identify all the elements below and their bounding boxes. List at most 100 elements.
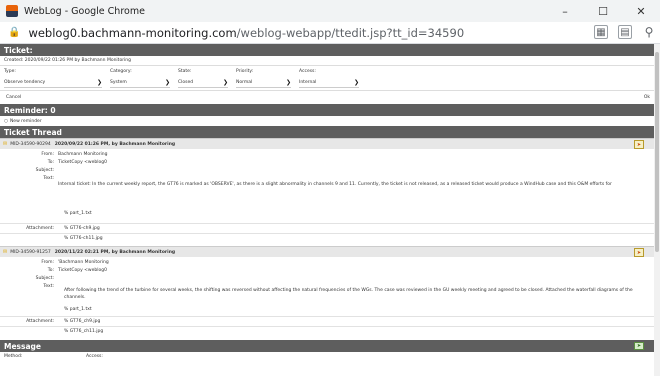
- priority-label: Priority:: [236, 69, 254, 74]
- state-label: State:: [178, 69, 192, 74]
- text-label: Text:: [43, 176, 54, 181]
- reply-button[interactable]: ➤: [634, 140, 644, 149]
- from-value: Bachmann Monitoring: [58, 152, 108, 157]
- access-field: Access: Internal ❯: [299, 69, 359, 90]
- attachment-link[interactable]: % GT76-ch9.jpg: [58, 226, 654, 231]
- message-from-row: From: 'Bachmann Monitoring: [0, 260, 654, 265]
- message-text: After following the trend of the turbine…: [64, 288, 633, 300]
- reply-arrow-icon: ➤: [636, 141, 642, 148]
- message-section-header: Message ➤: [0, 340, 654, 352]
- message-file-link[interactable]: % part_1.txt: [58, 211, 654, 216]
- priority-field: Priority: Normal ❯: [236, 69, 291, 90]
- category-field: Category: System ❯: [110, 69, 170, 90]
- qr-code-icon[interactable]: ▦: [594, 25, 608, 39]
- state-value: Closed: [178, 79, 194, 85]
- to-label: To:: [47, 268, 54, 273]
- reply-button[interactable]: ➤: [634, 248, 644, 257]
- message-file-row: % part_1.txt: [0, 211, 654, 216]
- attachment-row: % GT76_ch11.jpg: [0, 326, 654, 336]
- state-select[interactable]: Closed ❯: [178, 77, 228, 88]
- attachment-spacer: [0, 329, 58, 334]
- scrollbar-thumb[interactable]: [655, 52, 659, 252]
- add-icon: ➤: [636, 343, 642, 349]
- envelope-icon: ✉: [3, 141, 8, 147]
- ticket-fields: Type: Observe tendency ❯ Category: System…: [0, 66, 654, 91]
- maximize-button[interactable]: ☐: [584, 0, 622, 22]
- window-title: WebLog - Google Chrome: [24, 5, 145, 17]
- message-subject-row: Subject:: [0, 276, 654, 281]
- type-select[interactable]: Observe tendency ❯: [4, 77, 102, 88]
- message-date-author: 2020/11/22 02:21 PM, by Bachmann Monitor…: [54, 249, 176, 255]
- minimize-button[interactable]: –: [546, 0, 584, 22]
- to-value: TicketCopy <weblog0: [58, 268, 107, 273]
- category-value: System: [110, 79, 127, 85]
- chevron-down-icon: ❯: [96, 78, 102, 86]
- chevron-down-icon: ❯: [353, 78, 359, 86]
- chevron-down-icon: ❯: [222, 78, 228, 86]
- reminder-section-header: Reminder: 0: [0, 104, 654, 116]
- chevron-down-icon: ❯: [285, 78, 291, 86]
- priority-select[interactable]: Normal ❯: [236, 77, 291, 88]
- reply-arrow-icon: ➤: [636, 249, 642, 256]
- message-file-link[interactable]: % part_1.txt: [58, 307, 654, 312]
- subject-label: Subject:: [35, 276, 54, 281]
- message-access-label: Access:: [86, 353, 103, 359]
- message-heading[interactable]: ✉ MID-34590-91257 2020/11/22 02:21 PM, b…: [0, 246, 654, 257]
- close-button[interactable]: ✕: [622, 0, 660, 22]
- new-reminder-label: New reminder: [9, 118, 42, 124]
- file-spacer: [0, 307, 58, 312]
- page-content: Ticket: Created: 2020/09/22 01:26 PM by …: [0, 44, 654, 376]
- message-heading[interactable]: ✉ MID-34590-90294 2020/09/22 01:26 PM, b…: [0, 138, 654, 149]
- weblog-app-icon: [6, 5, 18, 17]
- attachment-link[interactable]: % GT76_ch11.jpg: [58, 329, 654, 334]
- page-scrollbar[interactable]: [654, 44, 660, 376]
- message-to-row: To: TicketCopy <weblog0: [0, 268, 654, 273]
- from-label: From:: [41, 260, 54, 265]
- attachment-label: Attachment:: [26, 226, 54, 231]
- subject-value: [58, 168, 654, 173]
- new-reminder-link[interactable]: ○ New reminder: [0, 116, 654, 126]
- from-value: 'Bachmann Monitoring: [58, 260, 109, 265]
- to-value: TicketCopy <weblog0: [58, 160, 107, 165]
- type-field: Type: Observe tendency ❯: [4, 69, 102, 90]
- priority-value: Normal: [236, 79, 253, 85]
- message-text-row: Text: After following the trend of the t…: [0, 284, 654, 301]
- access-select[interactable]: Internal ❯: [299, 77, 359, 88]
- attachment-link[interactable]: % GT76_ch9.jpg: [58, 319, 654, 324]
- attachment-spacer: [0, 236, 58, 241]
- ticket-actions: Cancel Ok: [0, 91, 654, 104]
- type-value: Observe tendency: [4, 79, 46, 85]
- message-from-row: From: Bachmann Monitoring: [0, 152, 654, 157]
- attachment-row: % GT76-ch11.jpg: [0, 233, 654, 243]
- envelope-icon: ✉: [3, 249, 8, 255]
- add-message-button[interactable]: ➤: [634, 342, 644, 350]
- attachment-link[interactable]: % GT76-ch11.jpg: [58, 236, 654, 241]
- message-subject-row: Subject:: [0, 168, 654, 173]
- message-to-row: To: TicketCopy <weblog0: [0, 160, 654, 165]
- message-sub-row: Method: Access:: [0, 352, 654, 360]
- subject-value: [58, 276, 654, 281]
- message-id: MID-34590-90294: [10, 141, 51, 147]
- url-path: /weblog-webapp/ttedit.jsp?tt_id=34590: [236, 25, 465, 40]
- attachment-row: Attachment: % GT76_ch9.jpg: [0, 316, 654, 326]
- message-text: Internal ticket: In the current weekly r…: [58, 182, 612, 187]
- lock-icon: 🔒: [8, 27, 21, 38]
- ok-button[interactable]: Ok: [644, 95, 650, 100]
- category-label: Category:: [110, 69, 132, 74]
- access-label: Access:: [299, 69, 316, 74]
- zoom-icon[interactable]: ⚲: [642, 25, 656, 39]
- ticket-created-info: Created: 2020/09/22 01:26 PM by Bachmann…: [0, 56, 654, 66]
- ticket-thread-header: Ticket Thread: [0, 126, 654, 138]
- to-label: To:: [47, 160, 54, 165]
- address-bar[interactable]: 🔒 weblog0.bachmann-monitoring.com/weblog…: [0, 22, 660, 44]
- category-select[interactable]: System ❯: [110, 77, 170, 88]
- cancel-button[interactable]: Cancel: [6, 95, 21, 100]
- url-host: weblog0.bachmann-monitoring.com: [28, 25, 237, 40]
- url-text[interactable]: weblog0.bachmann-monitoring.com/weblog-w…: [28, 26, 464, 40]
- reader-mode-icon[interactable]: ▤: [618, 25, 632, 39]
- chevron-down-icon: ❯: [164, 78, 170, 86]
- type-label: Type:: [4, 69, 16, 74]
- access-value: Internal: [299, 79, 317, 85]
- from-label: From:: [41, 152, 54, 157]
- message-text-row: Text: Internal ticket: In the current we…: [0, 176, 654, 187]
